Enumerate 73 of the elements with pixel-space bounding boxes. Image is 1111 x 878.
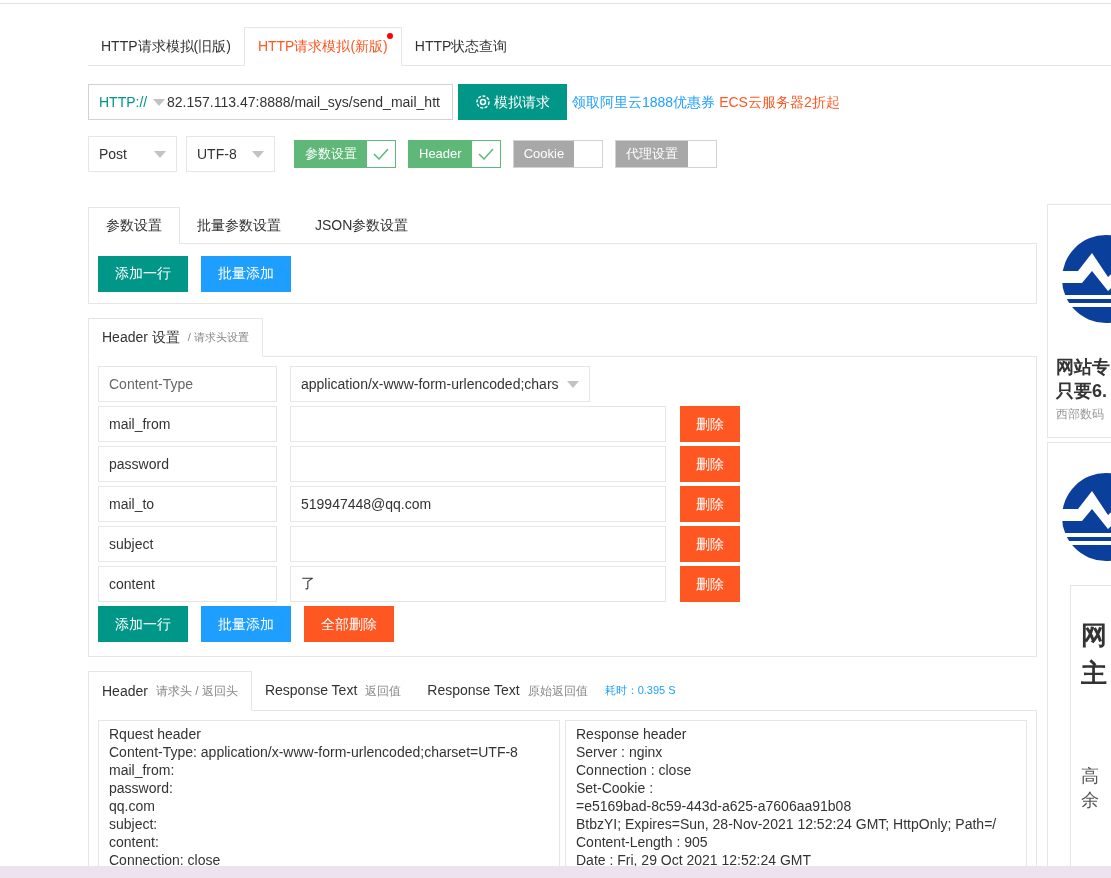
nav-tab[interactable]: HTTP状态查询 <box>401 27 521 65</box>
header-line: subject: <box>109 815 159 833</box>
header-line: Connection : close <box>576 761 693 779</box>
header-line: mail_from: <box>109 761 176 779</box>
header-line: =e5169bad-8c59-443d-a625-a7606aa91b08 <box>576 797 853 815</box>
url-text: 82.157.113.47:8888/mail_sys/send_mail_htt <box>167 92 440 112</box>
header-line: qq.com <box>109 797 156 815</box>
tab-subtitle: 返回值 <box>365 682 402 700</box>
content-type-select[interactable]: application/x-www-form-urlencoded;chars <box>290 366 590 402</box>
tab-subtitle: 请求头 / 返回头 <box>155 683 238 700</box>
toggle-label: Cookie <box>513 141 575 167</box>
method-select[interactable]: Post <box>88 136 177 172</box>
tab-title: Response Text <box>264 681 358 700</box>
header-line: Content-Type: application/x-www-form-urlencoded;charset=UTF-8 <box>109 743 519 761</box>
header-line: content: <box>109 833 160 851</box>
settings-icon <box>475 94 491 110</box>
toggle-label: Header <box>409 141 472 167</box>
tab-subtitle: 原始返回值 <box>527 682 588 700</box>
header-settings-tab[interactable]: Header 设置 / 请求头设置 <box>88 318 263 357</box>
param-tab[interactable]: JSON参数设置 <box>298 207 426 243</box>
action-button[interactable]: 添加一行 <box>98 255 188 292</box>
result-tab[interactable]: Response Text 原始返回值 <box>414 671 601 710</box>
ad-title: 网 <box>1081 619 1108 652</box>
ad-title: 主 <box>1081 657 1108 690</box>
select-value: application/x-www-form-urlencoded;chars <box>301 374 559 394</box>
header-value-field[interactable]: 了 <box>290 566 666 602</box>
param-tab[interactable]: 批量参数设置 <box>180 207 298 243</box>
header-value-field[interactable] <box>290 406 666 442</box>
check-icon <box>477 148 494 160</box>
elapsed-time: 耗时：0.395 S <box>604 683 676 699</box>
caret-icon <box>252 150 264 158</box>
header-line: Response header <box>576 725 688 743</box>
header-value-field[interactable]: 519947448@qq.com <box>290 486 666 522</box>
ad-title: 网站专 <box>1056 356 1111 379</box>
header-line: Rquest header <box>109 725 202 743</box>
param-tab[interactable]: 参数设置 <box>88 207 180 244</box>
header-name-field[interactable]: subject <box>98 526 277 562</box>
action-button[interactable]: 添加一行 <box>98 606 188 642</box>
url-field[interactable]: HTTP:// 82.157.113.47:8888/mail_sys/send_mail_htt <box>88 84 453 120</box>
result-tab[interactable]: Response Text 返回值 <box>251 671 415 710</box>
header-line: Set-Cookie : <box>576 779 655 797</box>
caret-icon <box>154 150 166 158</box>
nav-tab[interactable]: HTTP请求模拟(旧版) <box>88 27 244 65</box>
header-line: password: <box>109 779 174 797</box>
charset-select[interactable]: UTF-8 <box>186 136 275 172</box>
ad-text: 余 <box>1081 789 1100 812</box>
header-name-field[interactable]: password <box>98 446 277 482</box>
tab-subtitle: / 请求头设置 <box>187 330 249 346</box>
caret-icon <box>153 98 165 106</box>
check-icon <box>373 148 389 160</box>
header-name-field[interactable]: mail_to <box>98 486 277 522</box>
header-name-field[interactable]: content <box>98 566 277 602</box>
header-line: Connection: close <box>109 851 222 869</box>
header-line: Content-Length : 905 <box>576 833 709 851</box>
header-name-field[interactable]: mail_from <box>98 406 277 442</box>
tab-title: Response Text <box>427 681 520 700</box>
tab-title: Header 设置 <box>102 328 180 347</box>
ad-title: 只要6. <box>1056 380 1108 403</box>
toggle-label: 参数设置 <box>295 141 367 167</box>
tab-title: Header <box>102 681 148 701</box>
header-value-field[interactable] <box>290 446 666 482</box>
ad-source: 西部数码 <box>1056 406 1105 423</box>
header-value-field[interactable] <box>290 526 666 562</box>
header-name-field[interactable]: Content-Type <box>98 366 277 402</box>
toggle-label: 代理设置 <box>616 141 689 167</box>
simulate-request-button[interactable]: 模拟请求 <box>458 84 567 120</box>
header-line: BtbzYI; Expires=Sun, 28-Nov-2021 12:52:24 GMT; HttpOnly; Path=/ <box>576 815 998 833</box>
ad-text: 高 <box>1081 765 1100 788</box>
protocol-select[interactable]: HTTP:// <box>89 91 153 113</box>
header-line: Server : nginx <box>576 743 664 761</box>
caret-icon <box>567 380 579 388</box>
header-line: Date : Fri, 29 Oct 2021 12:52:24 GMT <box>576 851 812 869</box>
result-tab[interactable]: Header 请求头 / 返回头 <box>88 671 252 711</box>
